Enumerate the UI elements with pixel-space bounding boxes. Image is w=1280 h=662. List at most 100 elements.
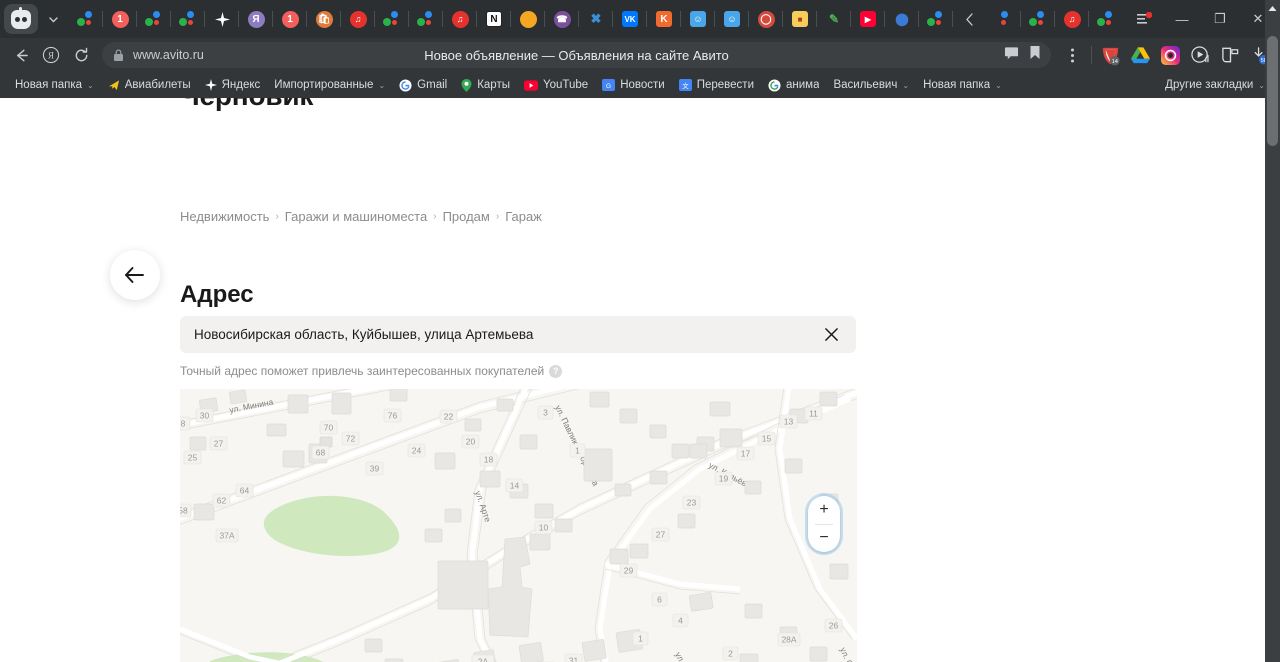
pocket-icon <box>1221 47 1238 63</box>
tab-item[interactable]: ▶ <box>851 3 885 35</box>
svg-text:26: 26 <box>829 621 839 631</box>
tab-list-chevron[interactable] <box>40 4 66 34</box>
svg-text:24: 24 <box>412 446 422 456</box>
reload-button[interactable] <box>66 41 96 69</box>
bookmark-aviabilety[interactable]: Авиабилеты <box>101 76 198 94</box>
bookmark-yandex[interactable]: Яндекс <box>198 76 268 94</box>
orange-circle-icon <box>519 10 537 28</box>
bookmark-folder-novaya-papka[interactable]: Новая папка ⌄ <box>8 76 101 94</box>
tab-item[interactable]: ☺ <box>681 3 715 35</box>
yandex-home-button[interactable]: Я <box>36 41 66 69</box>
scrollbar-thumb[interactable] <box>1267 36 1278 146</box>
address-clear-button[interactable] <box>820 324 842 346</box>
bookmark-perevesti[interactable]: 文 Перевести <box>672 76 761 94</box>
bookmark-anima[interactable]: анима <box>761 76 826 95</box>
bookmark-karty[interactable]: Карты <box>454 76 517 95</box>
tab-item[interactable]: ♫ <box>443 3 477 35</box>
tab-item[interactable]: K <box>647 3 681 35</box>
arrow-left-icon <box>125 267 144 283</box>
tab-item[interactable]: ✎ <box>817 3 851 35</box>
comment-icon[interactable] <box>1004 46 1019 65</box>
breadcrumb-item-prodam[interactable]: Продам <box>443 209 490 224</box>
svg-text:文: 文 <box>682 81 689 90</box>
close-label: ✕ <box>1252 11 1264 26</box>
tab-item[interactable]: ☎ <box>545 3 579 35</box>
badge-1-icon: 1 <box>281 10 299 28</box>
back-circle-button[interactable] <box>110 250 160 300</box>
bookmark-label: Gmail <box>417 79 448 91</box>
tab-item[interactable] <box>69 3 103 35</box>
bookmark-folder-novaya-papka-2[interactable]: Новая папка ⌄ <box>916 76 1009 94</box>
google-drive-extension-button[interactable] <box>1126 41 1154 69</box>
tab-item[interactable] <box>987 3 1021 35</box>
dots-small-icon <box>995 10 1013 28</box>
instagram-extension-button[interactable] <box>1156 41 1184 69</box>
tab-item[interactable] <box>375 3 409 35</box>
tab-item[interactable] <box>409 3 443 35</box>
tab-item[interactable] <box>919 3 953 35</box>
tab-item[interactable]: ⬤ <box>885 3 919 35</box>
bookmark-gmail[interactable]: Gmail <box>392 76 454 95</box>
tab-item[interactable]: ♫ <box>341 3 375 35</box>
youtube-icon <box>523 79 538 91</box>
bookmark-youtube[interactable]: YouTube <box>517 76 595 94</box>
bookmark-folder-importirovannye[interactable]: Импортированные ⌄ <box>267 76 392 94</box>
pocket-extension-button[interactable] <box>1216 41 1244 69</box>
address-bar[interactable]: www.avito.ru Новое объявление — Объявлен… <box>102 42 1051 68</box>
media-play-extension-button[interactable] <box>1186 41 1214 69</box>
tab-item[interactable]: 🛍 <box>307 3 341 35</box>
svg-text:10: 10 <box>539 523 549 533</box>
chevron-up-icon <box>1268 5 1277 11</box>
bookmark-novosti[interactable]: G Новости <box>595 76 672 94</box>
tab-item[interactable] <box>1021 3 1055 35</box>
breadcrumb-item-garazhi[interactable]: Гаражи и машиноместа <box>285 209 427 224</box>
address-input-wrapper[interactable]: Новосибирская область, Куйбышев, улица А… <box>180 316 856 353</box>
tab-item[interactable]: Я <box>239 3 273 35</box>
tab-item[interactable]: ■ <box>783 3 817 35</box>
browser-menu-button[interactable] <box>1126 3 1162 35</box>
scrollbar-up-arrow[interactable] <box>1265 0 1280 16</box>
bookmark-label: Новая папка <box>923 79 991 91</box>
tab-item[interactable] <box>205 3 239 35</box>
tab-item[interactable]: ◯ <box>749 3 783 35</box>
tab-item[interactable] <box>1089 3 1116 35</box>
bookmark-folder-vasilevich[interactable]: Васильевич ⌄ <box>826 76 916 94</box>
adblock-extension-button[interactable]: 14 <box>1096 41 1124 69</box>
minimize-button[interactable]: — <box>1164 3 1200 35</box>
map-container[interactable]: ул. Минина ул. Павлика Морозова ул. Копь… <box>180 389 857 662</box>
bookmark-icon[interactable] <box>1029 45 1041 65</box>
tab-item[interactable]: VK <box>613 3 647 35</box>
tab-scroll-left[interactable] <box>953 3 987 35</box>
maximize-button[interactable]: ❐ <box>1202 3 1238 35</box>
breadcrumb-item-garazh[interactable]: Гараж <box>505 209 542 224</box>
breadcrumb-item-nedvizhimost[interactable]: Недвижимость <box>180 209 269 224</box>
tab-item[interactable]: N <box>477 3 511 35</box>
page-scrollbar[interactable] <box>1265 0 1280 662</box>
tab-item[interactable]: 1 <box>103 3 137 35</box>
tab-item[interactable] <box>171 3 205 35</box>
chevron-down-icon: ⌄ <box>87 80 94 90</box>
pinned-tab-bot[interactable] <box>4 4 38 34</box>
tab-item[interactable]: ☺ <box>715 3 749 35</box>
help-circle-icon[interactable]: ? <box>549 364 563 378</box>
minimize-label: — <box>1175 11 1189 27</box>
tab-item[interactable]: 1 <box>273 3 307 35</box>
bookmark-label: Импортированные <box>274 79 374 91</box>
tab-item[interactable] <box>137 3 171 35</box>
svg-text:31: 31 <box>569 656 579 662</box>
address-hint: Точный адрес поможет привлечь заинтересо… <box>180 364 563 378</box>
mail-dots-icon <box>1029 10 1047 28</box>
map-zoom-out-button[interactable]: − <box>808 524 840 552</box>
back-button[interactable] <box>6 41 36 69</box>
svg-text:13: 13 <box>784 417 794 427</box>
tab-item[interactable] <box>511 3 545 35</box>
map-zoom-in-button[interactable]: + <box>808 496 840 524</box>
tab-item[interactable]: ✖ <box>579 3 613 35</box>
tab-item[interactable]: ♫ <box>1055 3 1089 35</box>
browser-toolbar: Я www.avito.ru Новое объявление — Объявл… <box>0 38 1280 72</box>
address-input[interactable]: Новосибирская область, Куйбышев, улица А… <box>194 327 820 342</box>
kebab-menu-button[interactable] <box>1057 41 1087 69</box>
close-icon <box>824 328 838 341</box>
maps-pin-icon <box>461 78 472 92</box>
other-bookmarks-folder[interactable]: Другие закладки ⌄ <box>1158 76 1272 94</box>
